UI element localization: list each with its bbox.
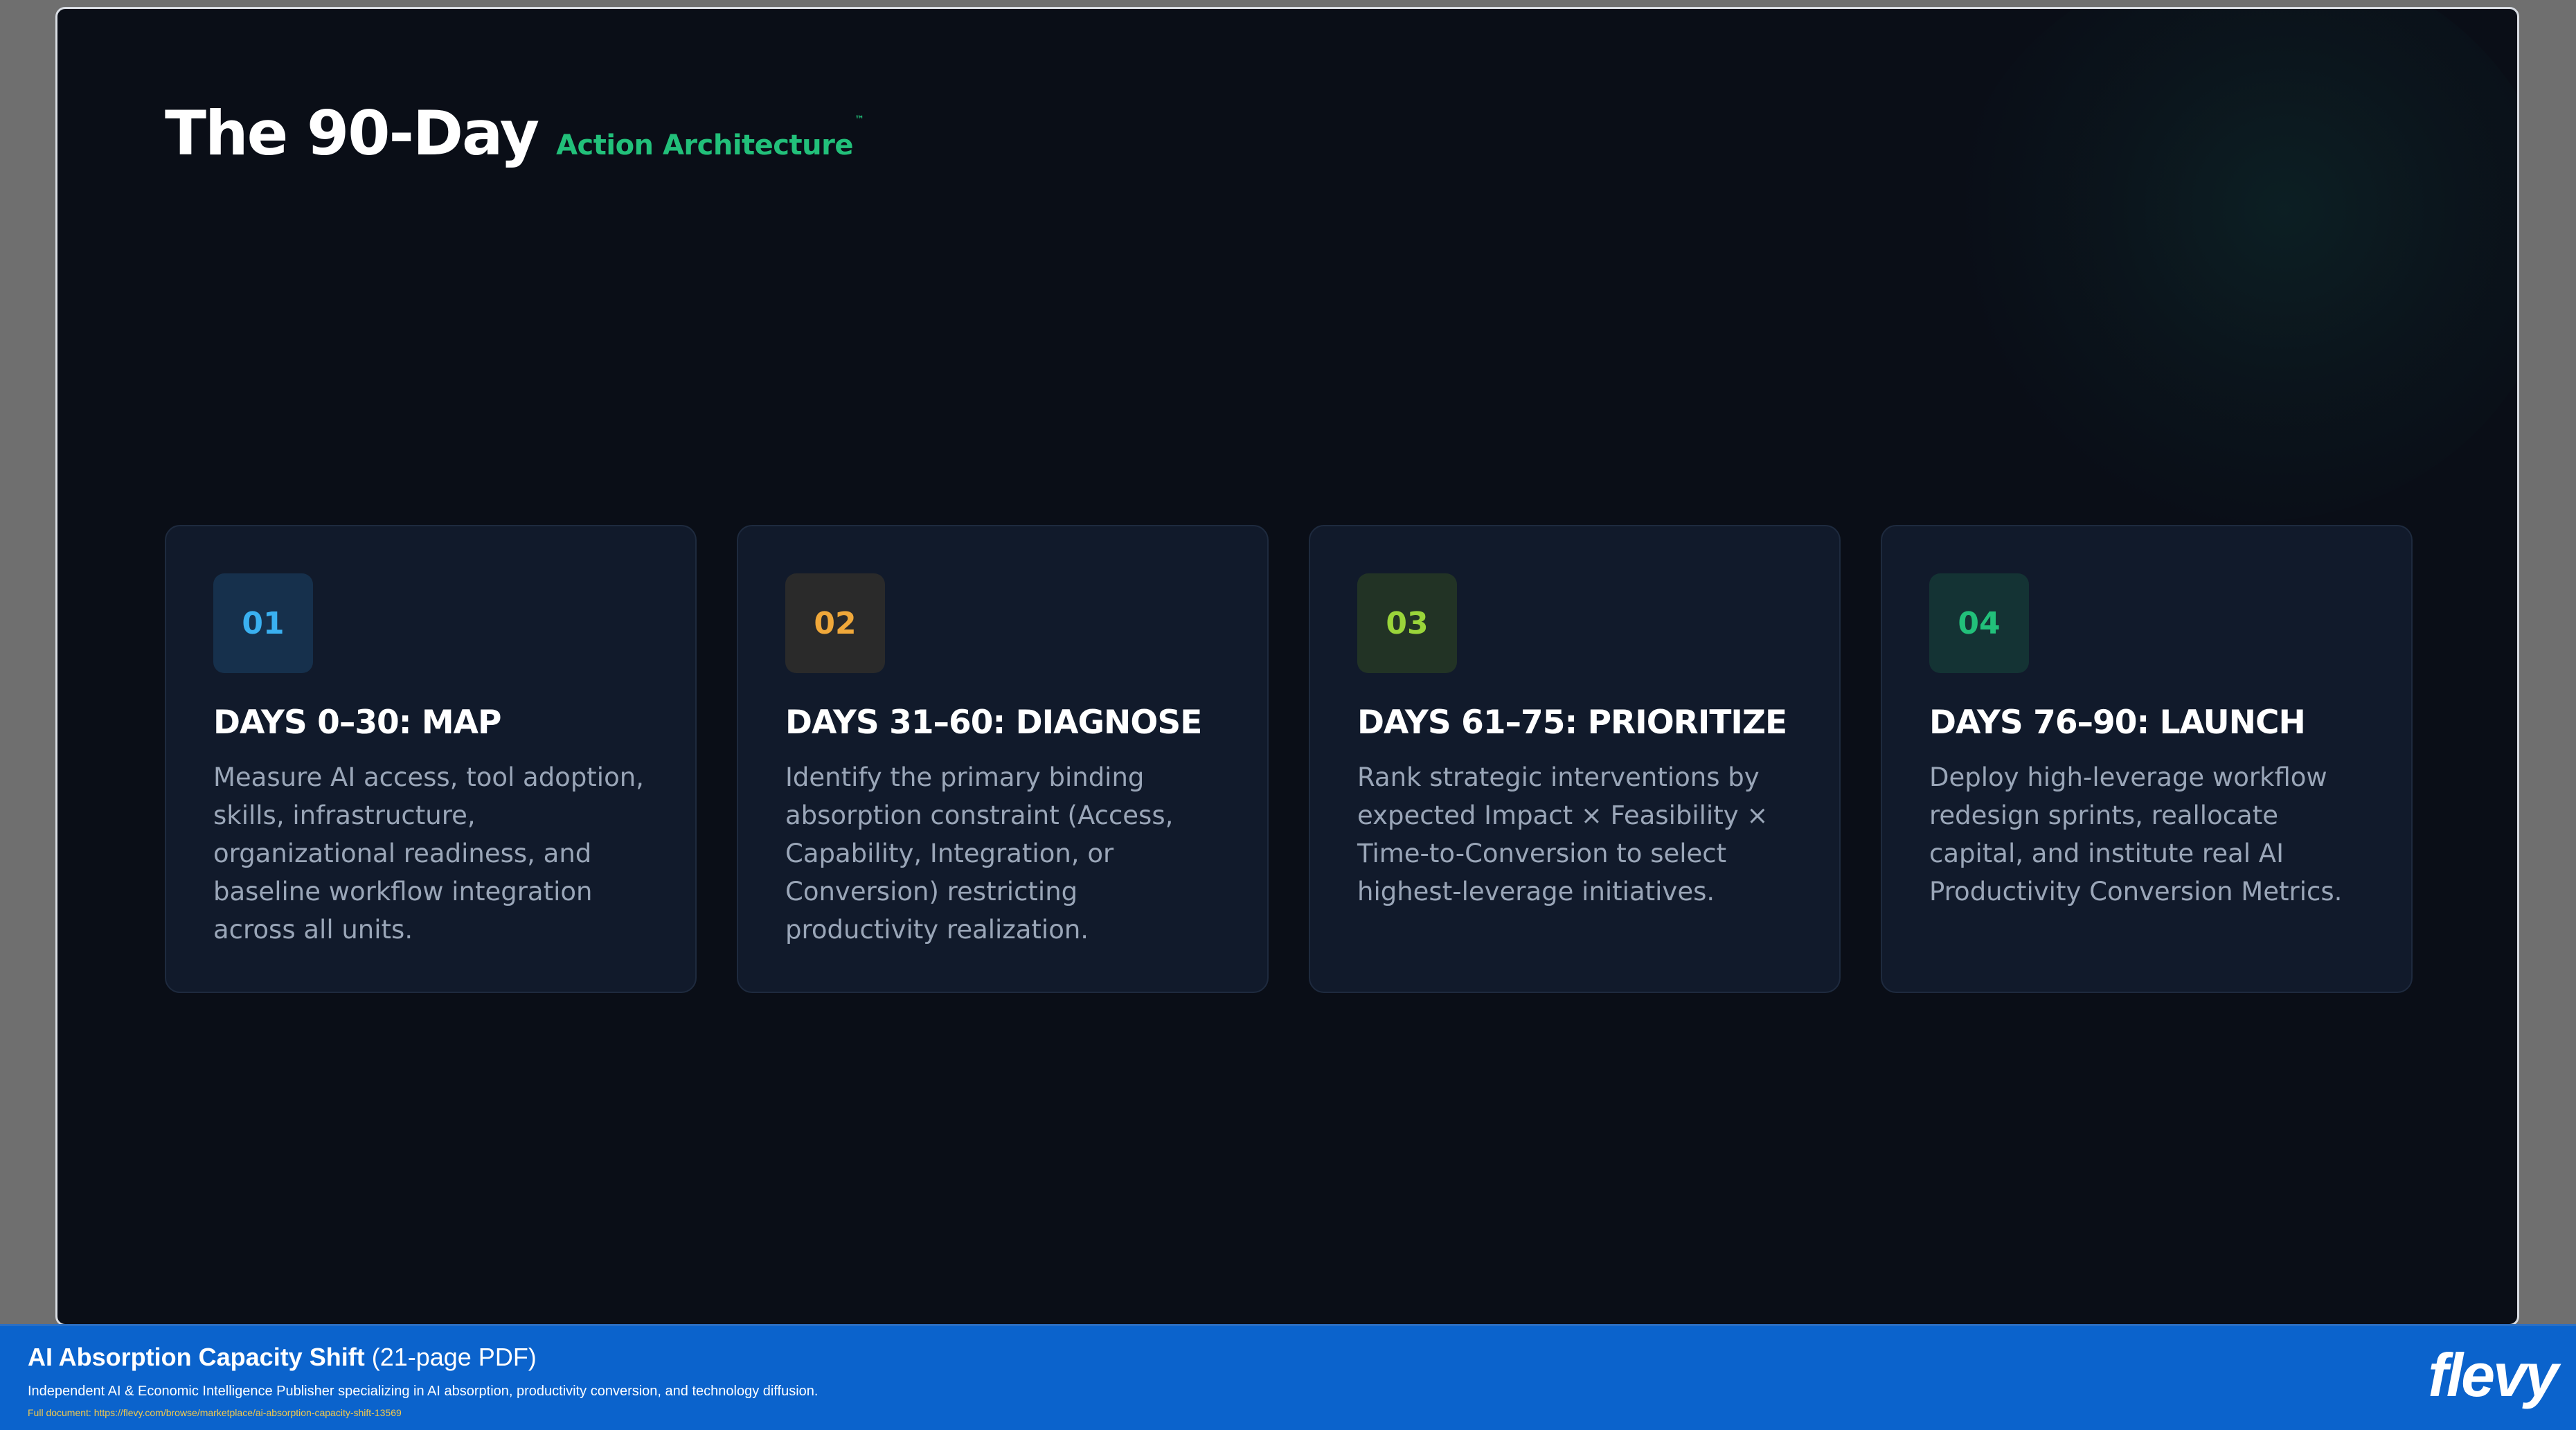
phase-card-map: 01 DAYS 0–30: MAP Measure AI access, too… bbox=[165, 525, 697, 993]
phase-card-diagnose: 02 DAYS 31–60: DIAGNOSE Identify the pri… bbox=[737, 525, 1269, 993]
title-main: The 90-Day bbox=[165, 98, 539, 169]
phase-number-badge: 02 bbox=[785, 573, 885, 673]
publisher-description: Independent AI & Economic Intelligence P… bbox=[28, 1384, 819, 1399]
phase-title: DAYS 31–60: DIAGNOSE bbox=[785, 704, 1202, 742]
title-subtitle-text: Action Architecture bbox=[556, 129, 853, 161]
document-footer-banner: AI Absorption Capacity Shift (21-page PD… bbox=[0, 1324, 2576, 1430]
trademark-mark: ™ bbox=[854, 114, 864, 125]
phase-description: Deploy high-leverage workflow redesign s… bbox=[1929, 762, 2343, 906]
phase-description: Measure AI access, tool adoption, skills… bbox=[213, 762, 644, 945]
slide: The 90-Day Action Architecture™ 01 DAYS … bbox=[55, 7, 2519, 1326]
slide-title: The 90-Day Action Architecture™ bbox=[165, 98, 864, 169]
phase-number-badge: 04 bbox=[1929, 573, 2029, 673]
document-page-count: (21-page PDF) bbox=[371, 1343, 537, 1371]
phase-title: DAYS 76–90: LAUNCH bbox=[1929, 704, 2306, 742]
title-subtitle: Action Architecture™ bbox=[556, 114, 864, 161]
document-viewer: The 90-Day Action Architecture™ 01 DAYS … bbox=[0, 0, 2576, 1430]
footer-document-title[interactable]: AI Absorption Capacity Shift (21-page PD… bbox=[28, 1343, 537, 1372]
full-document-link[interactable]: Full document: https://flevy.com/browse/… bbox=[28, 1407, 402, 1418]
flevy-logo[interactable]: flevy bbox=[2428, 1340, 2559, 1411]
phase-title: DAYS 0–30: MAP bbox=[213, 704, 502, 742]
phase-description: Identify the primary binding absorption … bbox=[785, 762, 1174, 945]
phase-title: DAYS 61–75: PRIORITIZE bbox=[1357, 704, 1787, 742]
document-name: AI Absorption Capacity Shift bbox=[28, 1343, 365, 1371]
phase-number-badge: 01 bbox=[213, 573, 313, 673]
phase-description: Rank strategic interventions by expected… bbox=[1357, 762, 1769, 906]
link-label: Full document: bbox=[28, 1407, 91, 1418]
link-url[interactable]: https://flevy.com/browse/marketplace/ai-… bbox=[94, 1407, 402, 1418]
phase-card-launch: 04 DAYS 76–90: LAUNCH Deploy high-levera… bbox=[1881, 525, 2413, 993]
phase-cards: 01 DAYS 0–30: MAP Measure AI access, too… bbox=[165, 525, 2414, 993]
decorative-glow bbox=[1949, 9, 2517, 521]
phase-number-badge: 03 bbox=[1357, 573, 1457, 673]
phase-card-prioritize: 03 DAYS 61–75: PRIORITIZE Rank strategic… bbox=[1309, 525, 1841, 993]
